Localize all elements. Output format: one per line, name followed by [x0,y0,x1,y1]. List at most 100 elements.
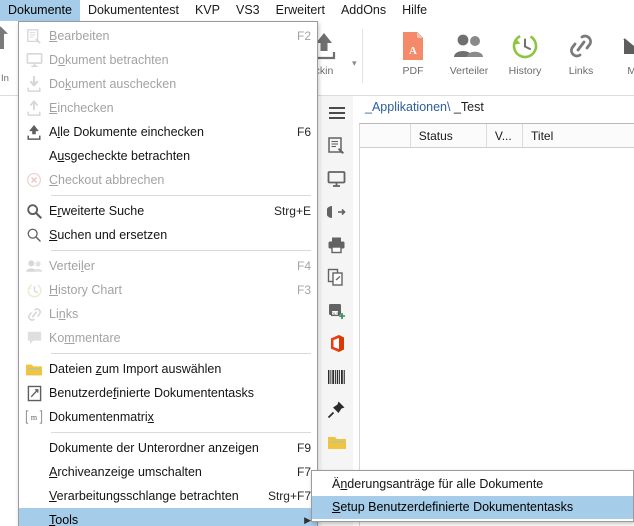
rail-item-hamburger-menu[interactable] [320,96,353,129]
menu-item-label: Kommentare [49,330,121,345]
menu-item-dokumente-der-unterordner-anzeigen[interactable]: Dokumente der Unterordner anzeigen F9 [19,436,317,460]
menu-item-shortcut: F4 [296,259,311,273]
rail-item-checkout[interactable] [320,195,353,228]
menu-item-links: Links [19,302,317,326]
rail-item-folder[interactable] [320,426,353,459]
clipboard-task-icon [19,381,49,405]
ribbon-button-verteiler[interactable]: Verteiler [441,21,497,77]
menu-item-einchecken: Einchecken [19,96,317,120]
menu-item-icon-none [19,436,49,460]
rail-item-pin[interactable] [320,393,353,426]
ribbon-button-history-label: History [508,65,542,77]
menu-item-dokumentenmatrix[interactable]: m Dokumentenmatrix [19,405,317,429]
rail-item-edit-document[interactable] [320,129,353,162]
menu-item-benutzerdefinierte-dokumententasks[interactable]: Benutzerdefinierte Dokumententasks [19,381,317,405]
menu-item-suchen-und-ersetzen[interactable]: Suchen und ersetzen [19,223,317,247]
menu-item-label: Benutzerdefinierte Dokumententasks [49,385,254,400]
search-icon [19,199,49,223]
ribbon-separator [361,29,363,83]
ribbon-button-pdf-label: PDF [402,65,424,77]
hamburger-menu-icon [327,105,347,121]
checkout-down-icon [19,72,49,96]
distributor-people-icon [19,254,49,278]
menu-item-archiveanzeige-umschalten[interactable]: Archiveanzeige umschalten F7 [19,460,317,484]
edit-document-icon [327,136,346,155]
menu-bar: Dokumente Dokumententest KVP VS3 Erweite… [0,0,634,21]
svg-text:A: A [409,45,417,57]
ribbon-button-pdf[interactable]: A PDF [385,21,441,77]
menu-item-label: Verarbeitungsschlange betrachten [49,488,239,503]
column-header-status[interactable]: Status [411,124,487,147]
edit-document-icon [19,24,49,48]
menu-item-dateien-zum-import-auswählen[interactable]: Dateien zum Import auswählen [19,357,317,381]
submenu-item-änderungsanträge-für-alle-dokumente[interactable]: Änderungsanträge für alle Dokumente [312,473,633,496]
submenu-item-setup-benutzerdefinierte-dokumententasks[interactable]: Setup Benutzerdefinierte Dokumententasks [312,496,633,519]
menu-item-label: Alle Dokumente einchecken [49,124,204,139]
menu-item-label: Checkout abbrechen [49,172,165,187]
application-window: ckin ▾ A PDF Verteiler History Links M ⬆… [0,0,634,526]
svg-text:m: m [31,413,38,422]
menu-item-tools[interactable]: Tools ▶ [19,508,317,526]
menu-item-shortcut: F3 [296,283,311,297]
tools-submenu: Änderungsanträge für alle Dokumente Setup… [311,470,634,522]
document-grid-header: Status V... Titel [360,124,634,148]
menu-item-erweiterte-suche[interactable]: Erweiterte Suche Strg+E [19,199,317,223]
menubar-item-erweitert[interactable]: Erweitert [268,0,333,21]
ribbon-button-links[interactable]: Links [553,21,609,77]
cancel-checkout-icon [19,168,49,192]
breadcrumb-segment-2[interactable]: _Test [450,100,484,114]
rail-item-office[interactable] [320,327,353,360]
menu-item-label: Bearbeiten [49,28,110,43]
breadcrumb[interactable]: _Applikationen\ _Test [365,100,484,114]
menu-item-label: Einchecken [49,100,114,115]
rail-item-copy-edit[interactable] [320,261,353,294]
breadcrumb-segment-1[interactable]: _Applikationen\ [365,100,450,114]
svg-text:DLS: DLS [331,310,339,315]
menu-item-alle-dokumente-einchecken[interactable]: Alle Dokumente einchecken F6 [19,120,317,144]
document-grid: Status V... Titel [359,123,634,526]
menu-item-ausgecheckte-betrachten[interactable]: Ausgecheckte betrachten [19,144,317,168]
ribbon-button-links-label: Links [568,65,594,77]
menubar-item-addons[interactable]: AddOns [333,0,394,21]
menu-item-label: Ausgecheckte betrachten [49,148,191,163]
column-header-version[interactable]: V... [487,124,524,147]
ribbon-button-mail[interactable]: Mail [609,21,634,77]
menu-item-icon-none [19,484,49,508]
ribbon-button-verteiler-label: Verteiler [449,65,489,77]
menu-item-checkout-abbrechen: Checkout abbrechen [19,168,317,192]
rail-item-printer[interactable] [320,228,353,261]
folder-icon [327,434,347,451]
history-clock-icon [510,27,540,65]
monitor-view-icon [19,48,49,72]
menu-item-shortcut: F6 [296,125,311,139]
menu-item-icon-none [19,460,49,484]
menu-item-icon-none [19,508,49,526]
menu-item-label: History Chart [49,282,122,297]
menubar-item-vs3[interactable]: VS3 [228,0,268,21]
menu-item-dokument-betrachten: Dokument betrachten [19,48,317,72]
checkout-arrow-icon [327,203,346,221]
ribbon-button-history[interactable]: History [497,21,553,77]
chevron-down-icon[interactable]: ▾ [352,58,357,69]
menu-item-label: Tools [49,512,79,526]
rail-item-print-add[interactable]: DLS [320,294,353,327]
menubar-item-hilfe[interactable]: Hilfe [394,0,435,21]
menu-separator [51,195,311,196]
rail-item-barcode[interactable] [320,360,353,393]
submenu-item-icon-none [312,473,332,497]
menu-item-verarbeitungsschlange-betrachten[interactable]: Verarbeitungsschlange betrachten Strg+F7 [19,484,317,508]
menubar-item-dokumententest[interactable]: Dokumententest [80,0,187,21]
menubar-item-kvp[interactable]: KVP [187,0,228,21]
column-header-titel[interactable]: Titel [523,124,634,147]
menu-item-kommentare: Kommentare [19,326,317,350]
menubar-item-dokumente[interactable]: Dokumente [0,0,80,21]
matrix-icon: m [19,405,49,429]
menu-item-shortcut: F2 [296,29,311,43]
menu-separator [51,353,311,354]
checkin-up-bold-icon [19,120,49,144]
rail-item-monitor-view[interactable] [320,162,353,195]
column-header-blank[interactable] [360,124,411,147]
ribbon-group-actions: A PDF Verteiler History Links M [385,21,634,95]
search-small-icon [19,223,49,247]
menu-item-shortcut: Strg+F7 [267,489,311,503]
